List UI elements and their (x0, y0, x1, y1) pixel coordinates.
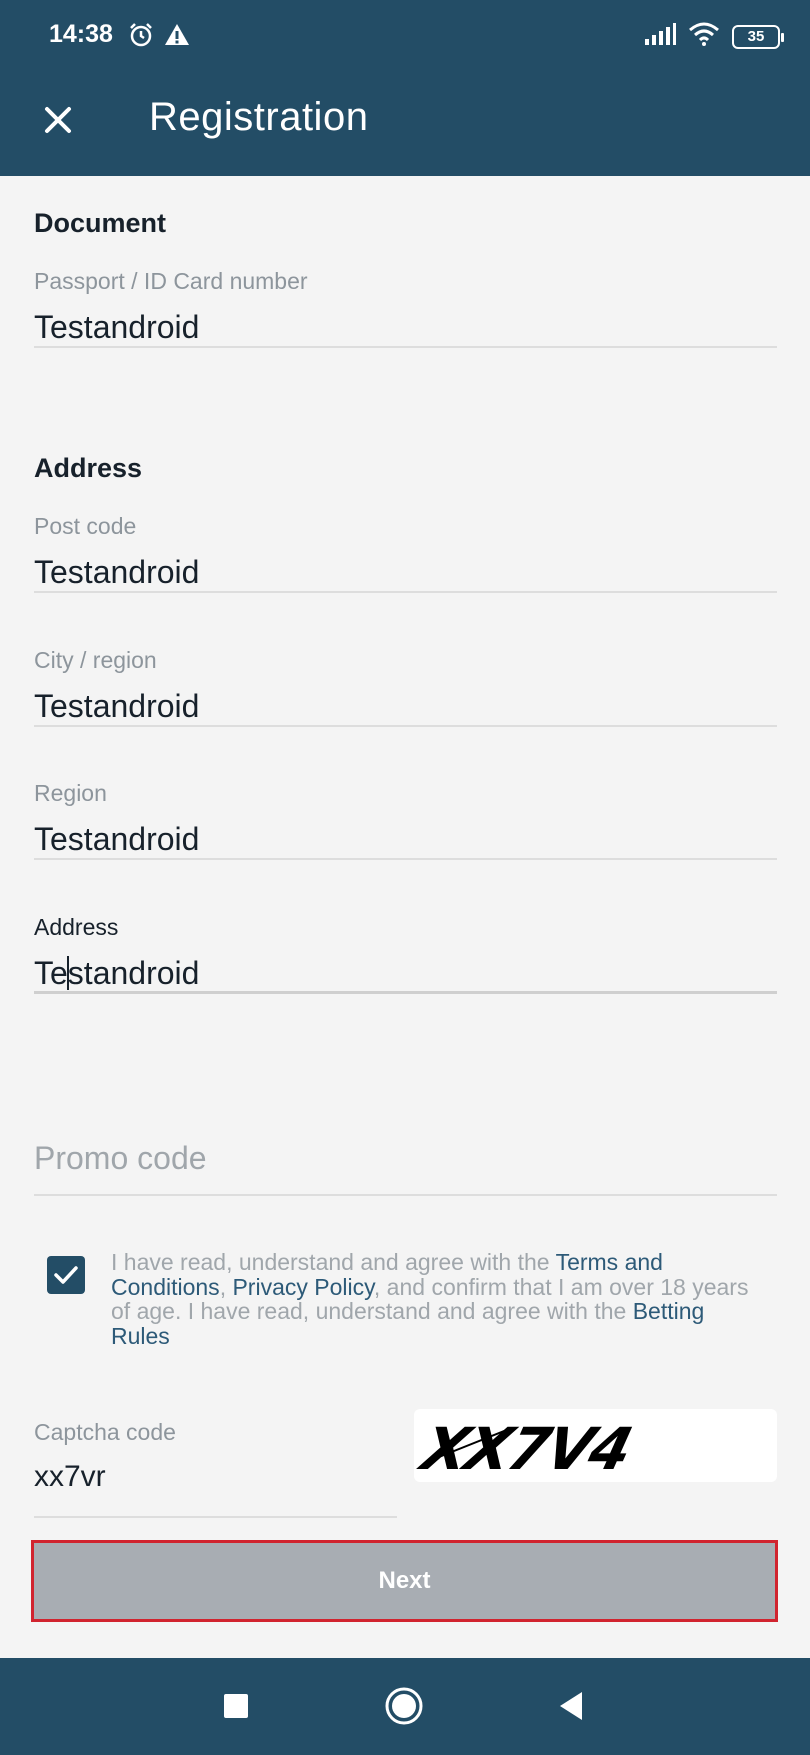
passport-field[interactable]: Passport / ID Card number Testandroid (34, 268, 777, 348)
app-bar: Registration (0, 78, 810, 176)
region-underline (34, 858, 777, 860)
back-triangle-icon (560, 1692, 582, 1720)
city-value: Testandroid (34, 688, 200, 724)
city-label: City / region (34, 647, 157, 673)
captcha-value: xx7vr (34, 1460, 106, 1493)
alarm-icon (128, 22, 154, 53)
signal-icon (644, 22, 676, 51)
post-code-field[interactable]: Post code Testandroid (34, 513, 777, 593)
address-value-after-cursor: standroid (67, 955, 200, 991)
agreement-text-part-1: I have read, understand and agree with t… (111, 1249, 556, 1275)
city-field[interactable]: City / region Testandroid (34, 647, 777, 727)
address-value: Testandroid (34, 955, 777, 992)
checkmark-icon (54, 1266, 78, 1284)
region-label: Region (34, 780, 107, 806)
warning-icon (164, 22, 190, 53)
promo-code-underline (34, 1194, 777, 1196)
circle-icon (385, 1687, 423, 1725)
svg-text:XX7V4: XX7V4 (414, 1415, 638, 1482)
address-value-before-cursor: Te (34, 955, 68, 991)
status-icons-right: 35 (644, 22, 784, 51)
address-field[interactable]: Address Testandroid (34, 914, 777, 994)
captcha-picture: XX7V4 (414, 1415, 638, 1482)
address-label: Address (34, 914, 119, 940)
page-title: Registration (149, 95, 369, 139)
post-code-label: Post code (34, 513, 137, 539)
post-code-value: Testandroid (34, 554, 200, 590)
status-time: 14:38 (49, 20, 113, 48)
city-underline (34, 725, 777, 727)
agreement-text: I have read, understand and agree with t… (111, 1250, 761, 1348)
close-button[interactable] (36, 98, 80, 142)
registration-form: Document Passport / ID Card number Testa… (0, 176, 810, 1658)
square-icon (224, 1694, 248, 1718)
captcha-image: XX7V4 (414, 1409, 777, 1482)
post-code-underline (34, 591, 777, 593)
close-icon (45, 107, 71, 133)
address-section-title: Address (34, 453, 143, 483)
status-icons-left (128, 22, 190, 53)
recent-apps-button[interactable] (216, 1686, 256, 1726)
passport-underline (34, 346, 777, 348)
home-button[interactable] (384, 1686, 424, 1726)
captcha-label: Captcha code (34, 1419, 176, 1445)
passport-label: Passport / ID Card number (34, 268, 308, 294)
next-button[interactable]: Next (31, 1540, 778, 1622)
agree-checkbox[interactable] (47, 1256, 85, 1294)
region-value: Testandroid (34, 821, 200, 857)
region-field[interactable]: Region Testandroid (34, 780, 777, 860)
captcha-underline (34, 1516, 397, 1518)
system-nav-bar (0, 1658, 810, 1755)
back-button[interactable] (552, 1686, 592, 1726)
document-section-title: Document (34, 208, 167, 238)
privacy-policy-link[interactable]: Privacy Policy (232, 1274, 373, 1300)
agreement-text-part-2: , (219, 1273, 233, 1300)
address-underline (34, 991, 777, 994)
captcha-field[interactable]: Captcha code xx7vr (34, 1419, 397, 1519)
promo-code-field[interactable]: Promo code (34, 1140, 777, 1196)
passport-value: Testandroid (34, 309, 200, 345)
battery-icon: 35 (732, 24, 784, 49)
status-bar: 14:38 35 (0, 0, 810, 78)
promo-code-placeholder: Promo code (34, 1140, 207, 1176)
wifi-icon (688, 22, 720, 51)
